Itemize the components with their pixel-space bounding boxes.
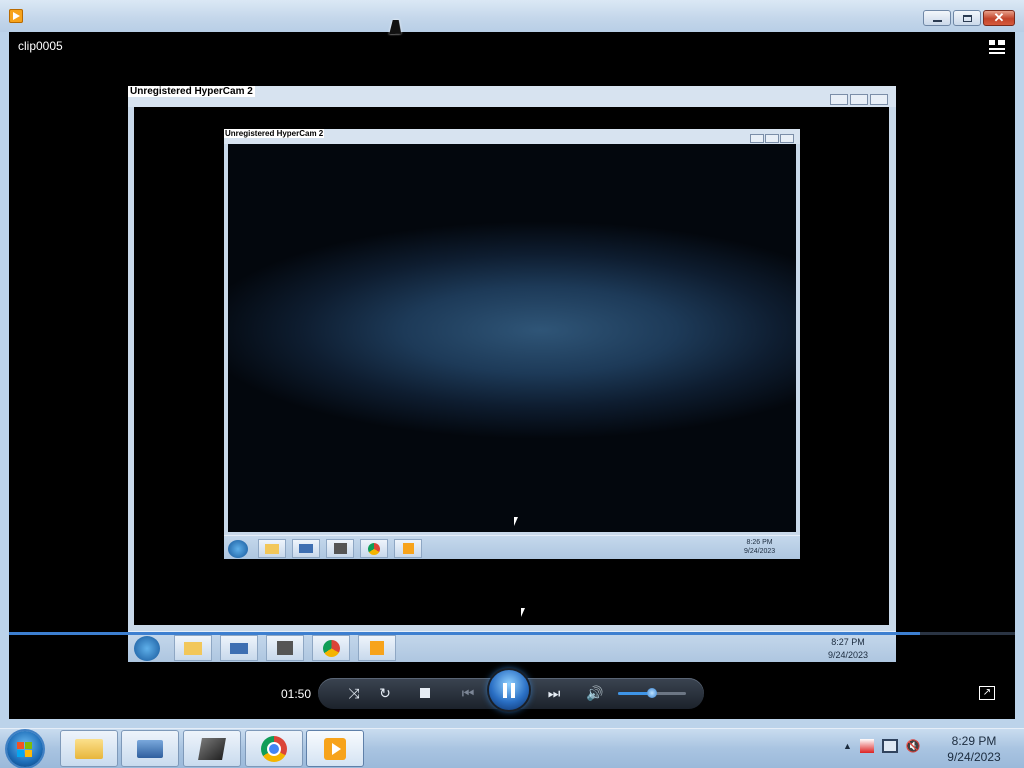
taskbar-media-player[interactable]: [306, 730, 364, 767]
pause-icon: [503, 682, 507, 698]
elapsed-time: 01:50: [281, 687, 312, 701]
nested-hypercam-icon: [326, 539, 354, 558]
nested-chrome-icon: [360, 539, 388, 558]
recorded-keyboard-icon: [220, 635, 258, 661]
repeat-button[interactable]: ↻: [373, 682, 397, 704]
clock-date: 9/24/2023: [947, 750, 1001, 764]
hypercam-icon: [198, 737, 226, 760]
nested-recorded-screen: Unregistered HyperCam 2 8:26 PM 9/24/202…: [224, 129, 800, 559]
show-hidden-icons[interactable]: ▲: [843, 741, 852, 751]
nested-clock: 8:26 PM 9/24/2023: [744, 538, 775, 556]
stop-icon: [420, 688, 430, 698]
window-controls: ✕: [923, 10, 1015, 26]
recorded-taskbar: 8:27 PM 9/24/2023: [128, 631, 896, 662]
nested-clock-time: 8:26 PM: [746, 539, 773, 546]
windows-taskbar: ▲ 🔇 8:29 PM 9/24/2023: [0, 728, 1024, 768]
media-player-icon: [324, 737, 346, 760]
file-explorer-icon: [75, 738, 103, 759]
repeat-icon: ↻: [379, 684, 391, 701]
recorded-player-icon: [358, 635, 396, 661]
nested-folder-icon: [258, 539, 286, 558]
title-bar[interactable]: ✕: [0, 0, 1024, 32]
nested-player-icon: [394, 539, 422, 558]
action-center-icon[interactable]: [859, 739, 874, 753]
speaker-icon: 🔊: [586, 684, 604, 701]
seek-bar[interactable]: [9, 632, 1015, 635]
shuffle-icon: ⤨: [348, 684, 360, 701]
next-icon: ⏭: [547, 684, 561, 701]
next-button[interactable]: ⏭: [538, 682, 570, 704]
nested-window-titlebar: Unregistered HyperCam 2: [224, 129, 800, 144]
shuffle-button[interactable]: ⤨: [342, 682, 366, 704]
volume-slider[interactable]: [618, 688, 686, 698]
nested-cursor-icon: [514, 517, 518, 526]
taskbar-chrome[interactable]: [245, 730, 303, 767]
nested-start-icon: [228, 539, 248, 558]
start-button[interactable]: [7, 731, 43, 767]
expand-icon: ↗: [982, 687, 992, 698]
recorded-folder-icon: [174, 635, 212, 661]
pause-button[interactable]: [489, 670, 529, 710]
recorded-taskbar-items: [134, 635, 396, 661]
recorded-clock-date: 9/24/2023: [828, 650, 869, 660]
recorded-window-controls: [830, 94, 888, 105]
chrome-icon: [261, 735, 287, 762]
recorded-cursor-icon: [521, 608, 525, 617]
fullscreen-button[interactable]: ↗: [979, 686, 995, 700]
minimize-icon: [932, 20, 942, 22]
on-screen-keyboard-icon: [137, 739, 163, 758]
volume-knob[interactable]: [647, 688, 657, 698]
recorded-clock-time: 8:27 PM: [831, 637, 865, 647]
minimize-button[interactable]: [923, 10, 951, 26]
playback-controls: ⤨ ↻ ⏮ ⏭ 🔊: [318, 670, 704, 710]
close-button[interactable]: ✕: [983, 10, 1015, 26]
recorded-screen: Unregistered HyperCam 2 Unregistered Hyp…: [128, 86, 896, 662]
start-icon: [17, 742, 24, 749]
stop-button[interactable]: [413, 682, 437, 704]
maximize-button[interactable]: [953, 10, 981, 26]
recorded-window-titlebar: Unregistered HyperCam 2: [128, 86, 896, 107]
nested-window-title: Unregistered HyperCam 2: [224, 129, 325, 138]
nested-taskbar-items: [228, 539, 422, 558]
taskbar-clock[interactable]: 8:29 PM 9/24/2023: [938, 733, 1010, 765]
recorded-window-title: Unregistered HyperCam 2: [128, 86, 255, 97]
mute-button[interactable]: 🔊: [584, 682, 606, 704]
volume-muted-icon[interactable]: 🔇: [906, 739, 921, 753]
system-tray: ▲ 🔇: [843, 739, 921, 753]
network-icon[interactable]: [881, 739, 898, 753]
recorded-start-icon: [134, 635, 160, 661]
clock-time: 8:29 PM: [951, 734, 997, 748]
seek-bar-progress: [9, 632, 921, 635]
media-player-window: ✕ clip0005 Unregistered HyperCam 2 Unreg…: [0, 0, 1024, 728]
recorded-hypercam-icon: [266, 635, 304, 661]
nested-window-controls: [750, 134, 794, 143]
recorded-chrome-icon: [312, 635, 350, 661]
switch-to-library-icon[interactable]: [989, 40, 1005, 54]
taskbar-file-explorer[interactable]: [60, 730, 118, 767]
recorded-clock: 8:27 PM 9/24/2023: [828, 636, 868, 662]
taskbar-on-screen-keyboard[interactable]: [121, 730, 179, 767]
close-icon: ✕: [993, 10, 1005, 25]
clip-title: clip0005: [18, 39, 63, 53]
taskbar-hypercam[interactable]: [183, 730, 241, 767]
nested-clock-date: 9/24/2023: [744, 548, 776, 555]
maximize-icon: [962, 14, 972, 22]
previous-button[interactable]: ⏮: [452, 682, 484, 704]
media-player-icon[interactable]: [9, 9, 23, 23]
nested-video-frame: [228, 144, 796, 532]
nested-keyboard-icon: [292, 539, 320, 558]
previous-icon: ⏮: [461, 684, 475, 701]
nested-taskbar: 8:26 PM 9/24/2023: [224, 535, 800, 559]
video-area[interactable]: clip0005 Unregistered HyperCam 2 Unregis…: [9, 32, 1015, 719]
